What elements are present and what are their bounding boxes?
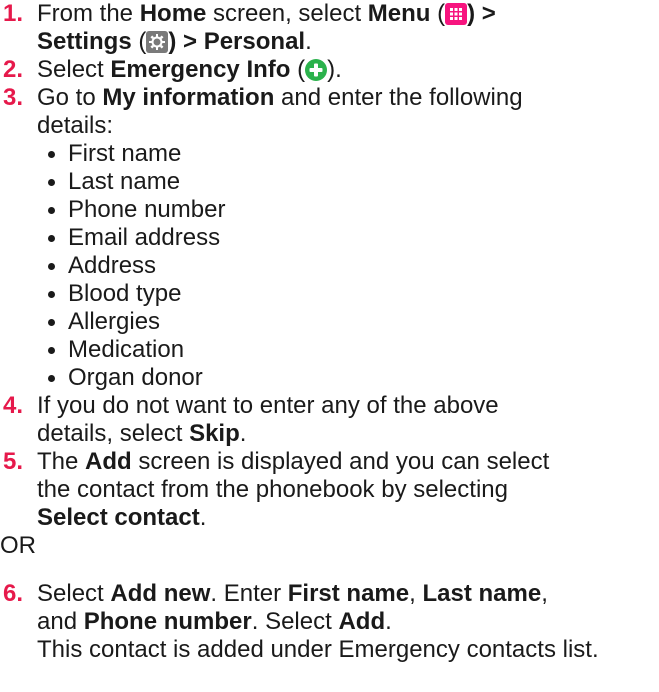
- text: ,: [409, 580, 423, 607]
- skip-label: Skip: [189, 420, 240, 447]
- text: (: [290, 56, 306, 83]
- step-4: 4. If you do not want to enter any of th…: [0, 392, 659, 448]
- step-5-line-3: Select contact.: [37, 504, 659, 532]
- step-1-line-1: From the Home screen, select Menu ( ) >: [37, 0, 659, 28]
- text: Select: [37, 580, 111, 607]
- add-label: Add: [85, 448, 132, 475]
- step-6-line-2: and Phone number. Select Add.: [37, 608, 659, 636]
- step-number: 5.: [3, 448, 24, 475]
- list-item: First name: [48, 140, 659, 168]
- step-number: 3.: [3, 84, 24, 111]
- list-item: Medication: [48, 336, 659, 364]
- text: (: [131, 28, 147, 55]
- text: screen is displayed and you can select: [131, 448, 550, 475]
- text: Go to: [37, 84, 103, 111]
- personal-label: Personal: [203, 28, 306, 55]
- step-3-line-1: Go to My information and enter the follo…: [37, 84, 659, 112]
- text: .: [385, 608, 392, 635]
- text: and: [37, 608, 84, 635]
- step-2-line-1: Select Emergency Info ().: [37, 56, 659, 84]
- menu-label: Menu: [367, 0, 431, 27]
- text: screen, select: [206, 0, 368, 27]
- last-name-label: Last name: [422, 580, 542, 607]
- settings-gear-icon: [146, 31, 169, 53]
- step-number: 1.: [3, 0, 24, 27]
- text: From the: [37, 0, 140, 27]
- text: (: [430, 0, 446, 27]
- list-item: Email address: [48, 224, 659, 252]
- or-separator: OR: [0, 532, 36, 559]
- step-6: 6. Select Add new. Enter First name, Las…: [0, 580, 659, 664]
- text: details, select: [37, 420, 190, 447]
- text: Select: [37, 56, 111, 83]
- emergency-plus-icon: [305, 59, 328, 81]
- step-2: 2. Select Emergency Info ().: [0, 56, 659, 84]
- list-item: Blood type: [48, 280, 659, 308]
- step-6-line-1: Select Add new. Enter First name, Last n…: [37, 580, 659, 608]
- text: . Select: [251, 608, 339, 635]
- list-item: Organ donor: [48, 364, 659, 392]
- text: .: [199, 504, 207, 531]
- text: ,: [541, 580, 548, 607]
- add-label: Add: [338, 608, 386, 635]
- step-3: 3. Go to My information and enter the fo…: [0, 84, 659, 140]
- text: ) >: [467, 0, 496, 27]
- emergency-info-label: Emergency Info: [110, 56, 291, 83]
- text: .: [305, 28, 312, 55]
- home-label: Home: [139, 0, 207, 27]
- step-4-line-2: details, select Skip.: [37, 420, 659, 448]
- list-item: Phone number: [48, 196, 659, 224]
- add-new-label: Add new: [110, 580, 211, 607]
- step-5: 5. The Add screen is displayed and you c…: [0, 448, 659, 532]
- list-item: Address: [48, 252, 659, 280]
- step-5-line-2: the contact from the phonebook by select…: [37, 476, 508, 503]
- step-4-line-1: If you do not want to enter any of the a…: [37, 392, 499, 419]
- step-number: 6.: [3, 580, 24, 607]
- text: and enter the following: [274, 84, 523, 111]
- detail-bullet-list: First name Last name Phone number Email …: [0, 140, 659, 392]
- step-1: 1. From the Home screen, select Menu ( ) …: [0, 0, 659, 56]
- first-name-label: First name: [287, 580, 410, 607]
- text: . Enter: [210, 580, 288, 607]
- step-6-line-3: This contact is added under Emergency co…: [37, 636, 599, 663]
- instructions-document: 1. From the Home screen, select Menu ( ) …: [0, 0, 659, 664]
- phone-number-label: Phone number: [83, 608, 252, 635]
- my-information-label: My information: [102, 84, 275, 111]
- step-5-line-1: The Add screen is displayed and you can …: [37, 448, 659, 476]
- step-number: 4.: [3, 392, 24, 419]
- text: .: [239, 420, 247, 447]
- step-number: 2.: [3, 56, 24, 83]
- text: ) >: [168, 28, 204, 55]
- text: The: [37, 448, 86, 475]
- list-item: Last name: [48, 168, 659, 196]
- text: ).: [327, 56, 342, 83]
- step-3-line-2: details:: [37, 112, 114, 139]
- select-contact-label: Select contact: [37, 504, 200, 531]
- menu-grid-icon: [445, 3, 468, 25]
- step-1-line-2: Settings ( ) > Personal.: [37, 28, 659, 56]
- settings-label: Settings: [37, 28, 132, 55]
- list-item: Allergies: [48, 308, 659, 336]
